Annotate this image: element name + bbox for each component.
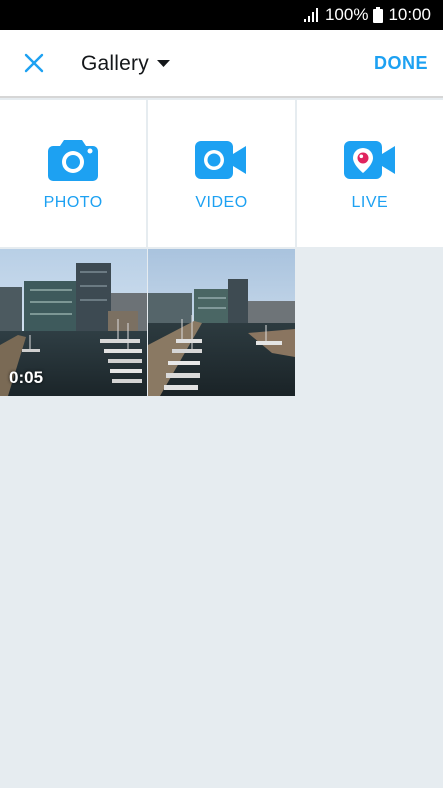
photo-capture-option[interactable]: PHOTO bbox=[0, 100, 149, 247]
photo-thumbnail-image bbox=[148, 249, 295, 396]
battery-percent: 100% bbox=[324, 5, 369, 24]
periscope-live-icon bbox=[343, 138, 396, 182]
camera-icon bbox=[47, 138, 99, 182]
video-capture-option[interactable]: VIDEO bbox=[148, 100, 297, 247]
done-button[interactable]: DONE bbox=[374, 53, 428, 74]
gallery-item-photo[interactable] bbox=[148, 249, 295, 396]
signal-icon bbox=[303, 8, 320, 22]
video-camera-icon bbox=[195, 138, 247, 182]
status-bar: 100% 10:00 bbox=[0, 0, 443, 30]
close-icon bbox=[24, 53, 44, 78]
gallery-grid: 0:05 bbox=[0, 249, 443, 396]
close-button[interactable] bbox=[18, 50, 50, 80]
live-capture-option[interactable]: LIVE bbox=[297, 100, 443, 247]
video-duration: 0:05 bbox=[9, 368, 44, 387]
live-capture-label: LIVE bbox=[351, 194, 389, 211]
caret-down-icon bbox=[156, 55, 170, 73]
battery-icon bbox=[373, 7, 384, 23]
status-indicators: 100% 10:00 bbox=[303, 0, 431, 30]
top-toolbar: Gallery DONE bbox=[0, 30, 443, 98]
gallery-source-label: Gallery bbox=[81, 52, 149, 75]
video-capture-label: VIDEO bbox=[195, 194, 248, 211]
photo-capture-label: PHOTO bbox=[43, 194, 103, 211]
gallery-item-video[interactable]: 0:05 bbox=[0, 249, 147, 396]
clock: 10:00 bbox=[388, 5, 431, 24]
gallery-source-dropdown[interactable]: Gallery bbox=[81, 46, 170, 82]
capture-options: PHOTO VIDEO LIVE bbox=[0, 100, 443, 247]
